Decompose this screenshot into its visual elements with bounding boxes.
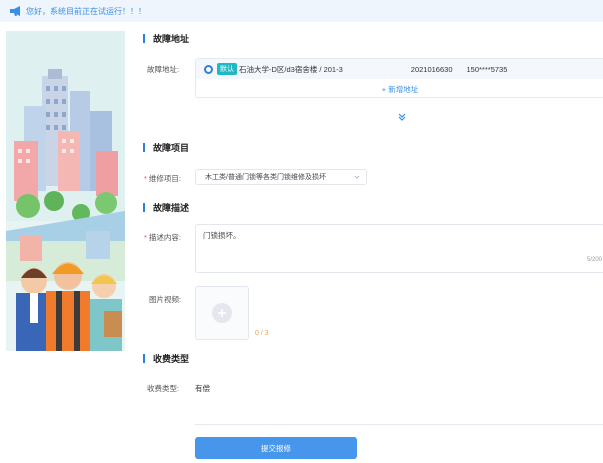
item-label-text: 维修项目: [148,174,182,183]
notice-text: 您好，系统目前正在试运行！！！ [26,6,146,16]
section-marker [143,143,145,152]
chevron-down-icon [354,175,360,179]
add-address-button[interactable]: + 新增地址 [196,80,603,98]
plus-icon [212,303,232,323]
address-label: 故障地址: [147,65,180,74]
megaphone-icon [10,6,20,16]
description-textarea[interactable]: 门锁损坏。 5/200 [195,224,603,273]
address-box: 默认 石油大学-D区/d3宿舍楼 / 201-3 2021016630 150*… [195,58,603,98]
required-mark: * [144,174,147,183]
address-location: 石油大学-D区/d3宿舍楼 / 201-3 [239,64,343,74]
section-title-text: 故障描述 [153,203,190,213]
address-student-id: 2021016630 [410,64,453,74]
section-title-text: 故障地址 [153,34,190,44]
section-title-charge: 收费类型 [143,352,189,365]
item-label: * 维修项目: [144,173,181,184]
banner-illustration [6,31,125,351]
section-title-address: 故障地址 [143,32,189,45]
section-title-item: 故障项目 [143,141,189,154]
upload-count: 0 / 3 [255,330,269,337]
description-label-text: 描述内容: [148,233,182,242]
section-title-description: 故障描述 [143,201,189,214]
address-option[interactable]: 默认 石油大学-D区/d3宿舍楼 / 201-3 2021016630 150*… [196,59,603,79]
section-title-text: 收费类型 [153,354,190,364]
section-title-text: 故障项目 [153,143,190,153]
section-marker [143,203,145,212]
required-mark: * [144,233,147,242]
submit-repair-button[interactable]: 提交报修 [195,437,357,459]
double-chevron-down-icon[interactable] [397,112,407,122]
section-marker [143,34,145,43]
description-label: * 描述内容: [144,232,181,243]
upload-button[interactable] [195,286,249,340]
repair-item-select[interactable]: 木工类/普通门锁等各类门锁维修及损坏 [195,169,367,185]
address-phone: 150****5735 [466,64,508,74]
radio-selected-icon[interactable] [204,64,213,74]
section-marker [143,354,145,363]
repair-item-value: 木工类/普通门锁等各类门锁维修及损坏 [205,174,326,181]
divider [195,424,603,425]
notice-bar: 您好，系统目前正在试运行！！！ [0,0,603,22]
charge-value: 有偿 [195,384,210,393]
description-value: 门锁损坏。 [203,231,241,240]
charge-label: 收费类型: [147,384,180,393]
default-tag: 默认 [217,63,237,75]
media-label: 图片视频: [149,295,182,304]
char-counter: 5/200 [586,257,602,263]
